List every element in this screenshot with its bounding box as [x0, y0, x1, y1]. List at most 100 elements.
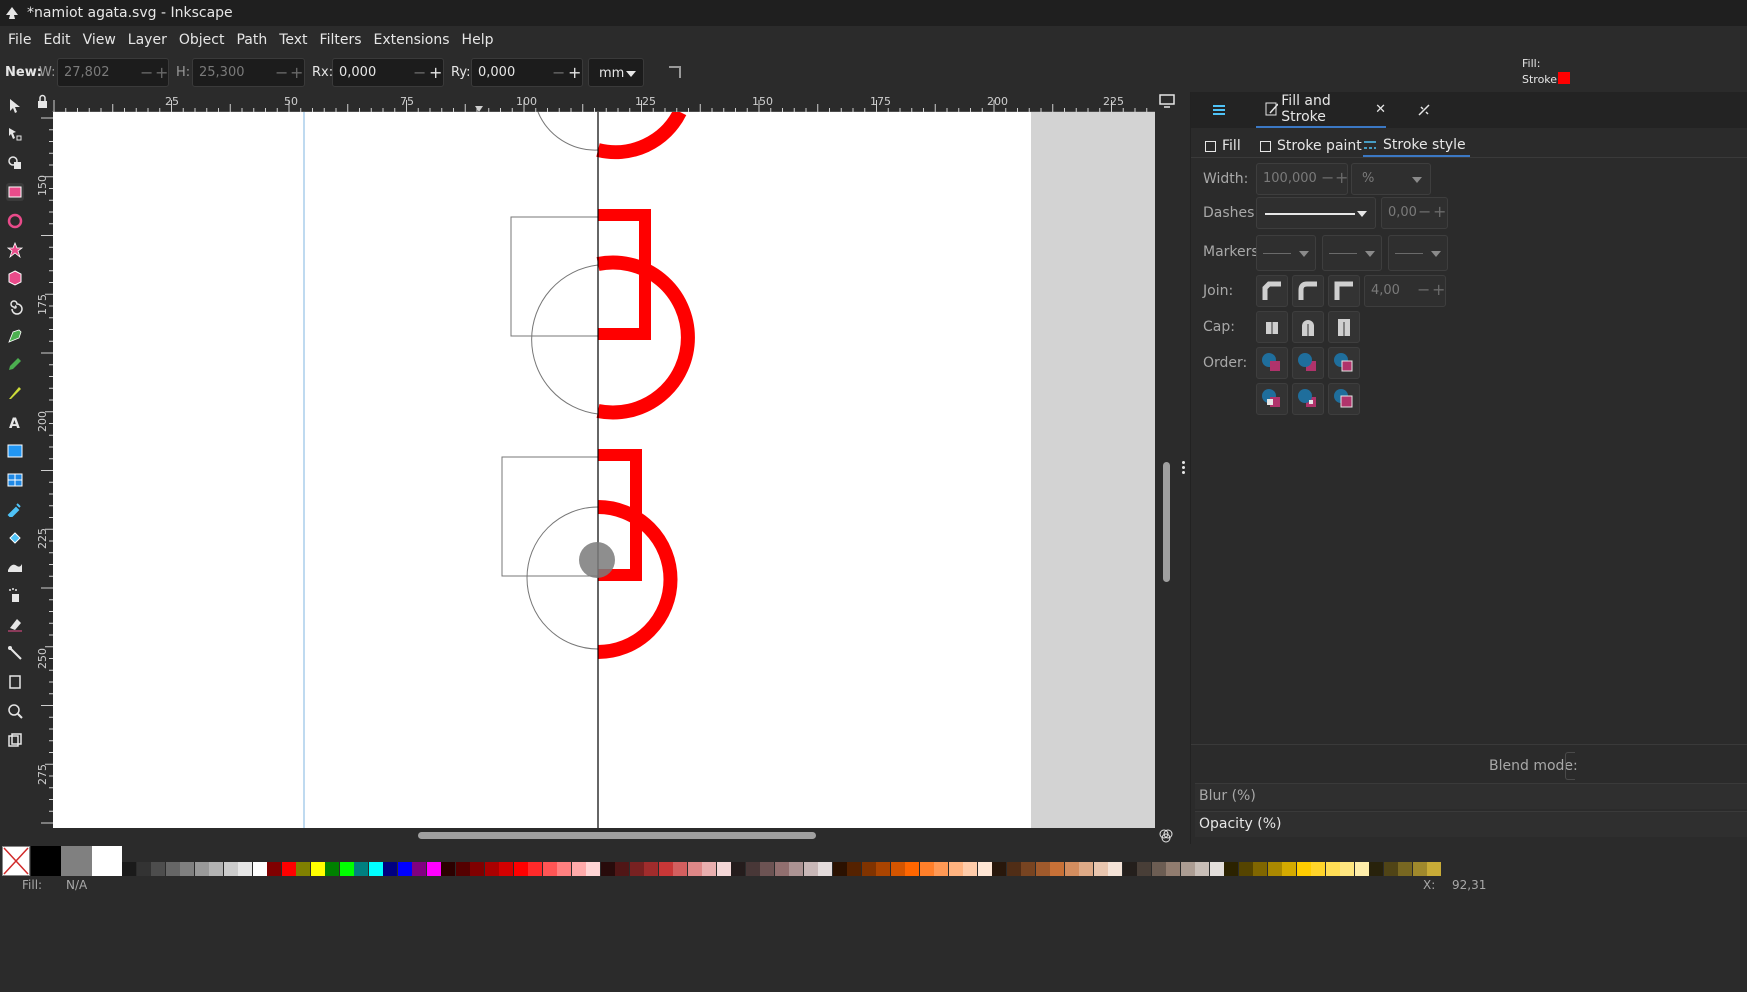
dash-pattern-select[interactable] — [1256, 197, 1376, 229]
blur-field[interactable]: Blur (%) — [1195, 783, 1747, 809]
helper-circle-lower[interactable] — [526, 506, 599, 650]
palette-swatch[interactable] — [1064, 862, 1079, 876]
vertical-scrollbar[interactable] — [1155, 92, 1179, 828]
palette-swatch[interactable] — [1383, 862, 1398, 876]
palette-swatch[interactable] — [296, 862, 310, 876]
fill-stroke-indicator[interactable]: Fill: Stroke: — [1522, 56, 1561, 88]
palette-swatch[interactable] — [1296, 862, 1311, 876]
height-decrement-button[interactable]: − — [275, 63, 288, 82]
palette-swatch[interactable] — [644, 862, 658, 876]
palette-swatch[interactable] — [238, 862, 252, 876]
ellipse-tool-icon[interactable] — [6, 212, 24, 230]
palette-swatch[interactable] — [223, 862, 238, 876]
zoom-tool-icon[interactable] — [6, 702, 24, 720]
palette-swatch[interactable] — [513, 862, 528, 876]
palette-swatch[interactable] — [586, 862, 600, 876]
palette-swatch[interactable] — [339, 862, 354, 876]
rx-increment-button[interactable]: + — [429, 63, 442, 82]
palette-swatch[interactable] — [600, 862, 615, 876]
stroke-width-increment-button[interactable]: + — [1335, 168, 1348, 187]
page-tool-icon[interactable] — [6, 673, 24, 691]
height-increment-button[interactable]: + — [290, 63, 303, 82]
palette-swatch[interactable] — [687, 862, 702, 876]
palette-swatch[interactable] — [484, 862, 499, 876]
palette-swatch[interactable] — [1108, 862, 1122, 876]
stroke-width-spinbox[interactable]: 100,000 − + — [1256, 163, 1348, 195]
text-tool-icon[interactable]: A — [6, 413, 24, 431]
3d-box-tool-icon[interactable] — [6, 269, 24, 287]
order-stroke-markers-fill-button[interactable] — [1292, 383, 1324, 415]
menu-file[interactable]: File — [2, 32, 37, 48]
palette-swatch[interactable] — [1035, 862, 1050, 876]
round-cap-button[interactable] — [1292, 311, 1324, 343]
swatch-black[interactable] — [31, 846, 61, 876]
palette-swatch[interactable] — [1093, 862, 1108, 876]
pen-tool-icon[interactable] — [6, 327, 24, 345]
palette-swatch[interactable] — [992, 862, 1006, 876]
palette-swatch[interactable] — [1209, 862, 1224, 876]
palette-swatch[interactable] — [1224, 862, 1238, 876]
palette-swatch[interactable] — [1166, 862, 1180, 876]
bevel-join-button[interactable] — [1256, 275, 1288, 307]
horizontal-scrollbar[interactable] — [53, 828, 1173, 846]
display-mode-icon[interactable] — [1159, 94, 1175, 108]
palette-swatch[interactable] — [122, 862, 136, 876]
palette-swatch[interactable] — [702, 862, 716, 876]
pencil-tool-icon[interactable] — [6, 355, 24, 373]
palette-swatch[interactable] — [267, 862, 281, 876]
mid-marker-select[interactable] — [1322, 235, 1382, 271]
rx-decrement-button[interactable]: − — [413, 63, 426, 82]
swatch-white[interactable] — [92, 846, 122, 876]
tweak-tool-icon[interactable] — [6, 557, 24, 575]
panel-resize-handle[interactable] — [1182, 461, 1186, 477]
start-marker-select[interactable] — [1256, 235, 1316, 271]
palette-swatch[interactable] — [426, 862, 441, 876]
palette-swatch[interactable] — [455, 862, 470, 876]
palette-swatch[interactable] — [412, 862, 426, 876]
no-paint-swatch[interactable] — [2, 846, 30, 876]
paint-bucket-tool-icon[interactable] — [6, 529, 24, 547]
helper-rect-middle[interactable] — [510, 216, 599, 337]
palette-swatch[interactable] — [1195, 862, 1209, 876]
palette-swatch[interactable] — [397, 862, 412, 876]
palette-swatch[interactable] — [1137, 862, 1151, 876]
menu-edit[interactable]: Edit — [37, 32, 76, 48]
subtab-stroke-paint[interactable]: Stroke paint — [1260, 135, 1362, 157]
palette-swatch[interactable] — [789, 862, 803, 876]
palette-swatch[interactable] — [832, 862, 847, 876]
palette-swatch[interactable] — [658, 862, 673, 876]
palette-swatch[interactable] — [963, 862, 977, 876]
menu-extensions[interactable]: Extensions — [368, 32, 456, 48]
palette-swatch[interactable] — [1354, 862, 1369, 876]
square-cap-button[interactable] — [1328, 311, 1360, 343]
palette-swatch[interactable] — [1369, 862, 1383, 876]
palette-swatch[interactable] — [1340, 862, 1354, 876]
palette-swatch[interactable] — [890, 862, 905, 876]
eraser-tool-icon[interactable] — [6, 615, 24, 633]
palette-swatch[interactable] — [1122, 862, 1137, 876]
palette-swatch[interactable] — [1079, 862, 1093, 876]
mesh-tool-icon[interactable] — [6, 471, 24, 489]
selector-tool-icon[interactable] — [6, 97, 24, 115]
palette-swatch[interactable] — [1282, 862, 1296, 876]
palette-swatch[interactable] — [716, 862, 731, 876]
opacity-field[interactable]: Opacity (%) — [1195, 811, 1747, 837]
palette-swatch[interactable] — [1398, 862, 1412, 876]
spray-tool-icon[interactable] — [6, 586, 24, 604]
horizontal-scrollbar-thumb[interactable] — [418, 832, 816, 839]
height-spinbox[interactable]: 25,300 − + — [192, 58, 305, 87]
palette-swatch[interactable] — [774, 862, 789, 876]
helper-circle-middle[interactable] — [531, 264, 599, 415]
dropper-tool-icon[interactable] — [6, 500, 24, 518]
miter-join-button[interactable] — [1328, 275, 1360, 307]
width-decrement-button[interactable]: − — [140, 63, 153, 82]
rectangle-tool-icon[interactable] — [6, 183, 24, 201]
canvas[interactable] — [53, 112, 1155, 828]
calligraphy-tool-icon[interactable] — [6, 384, 24, 402]
menu-path[interactable]: Path — [230, 32, 273, 48]
palette-swatch[interactable] — [629, 862, 644, 876]
palette-swatch[interactable] — [1267, 862, 1282, 876]
subtab-fill[interactable]: Fill — [1205, 135, 1241, 157]
connector-tool-icon[interactable] — [6, 644, 24, 662]
miter-limit-increment-button[interactable]: + — [1432, 280, 1445, 299]
